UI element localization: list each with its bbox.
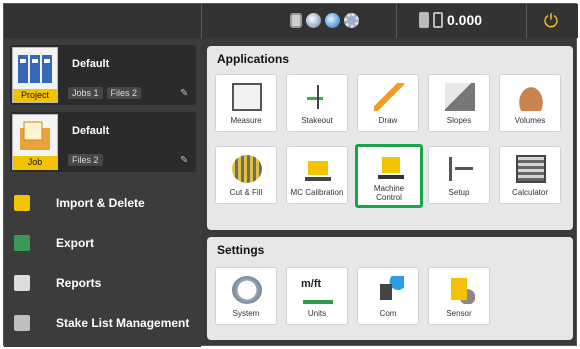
tile-label: System: [232, 309, 260, 318]
top-status-bar: 0.000 ⏻: [4, 4, 578, 38]
app-slopes[interactable]: Slopes: [428, 74, 490, 132]
menu-label: Export: [56, 236, 95, 250]
applications-title: Applications: [217, 52, 290, 66]
slopes-icon: [445, 83, 475, 111]
menu-stake-list[interactable]: Stake List Management: [10, 305, 196, 341]
files-count-chip: Files 2: [106, 87, 142, 99]
app-volumes[interactable]: Volumes: [499, 74, 561, 132]
receiver-icon: [419, 12, 429, 28]
units-icon: m/ft: [301, 276, 333, 304]
draw-icon: [374, 83, 404, 111]
project-label: Project: [13, 89, 57, 102]
settings-system[interactable]: System: [215, 267, 277, 325]
tile-label: Sensor: [446, 309, 472, 318]
app-measure[interactable]: Measure: [215, 74, 277, 132]
tile-label: Stakeout: [301, 116, 333, 125]
project-folder-icon: Project: [12, 47, 58, 103]
power-icon[interactable]: ⏻: [537, 10, 565, 32]
menu-reports[interactable]: Reports: [10, 265, 196, 301]
menu-label: Import & Delete: [56, 196, 145, 210]
mc-calibration-icon: [303, 155, 333, 183]
tile-label: Volumes: [514, 116, 546, 125]
job-folder-icon: Job: [12, 114, 58, 170]
project-title: Default: [72, 58, 110, 70]
reports-icon: [14, 275, 30, 291]
tile-label: Draw: [378, 116, 398, 125]
settings-title: Settings: [217, 243, 265, 257]
menu-label: Stake List Management: [56, 316, 190, 330]
edit-pencil-icon[interactable]: ✎: [180, 156, 190, 166]
tile-label: Machine Control: [373, 184, 405, 202]
topbar-divider: [201, 4, 202, 38]
cut-fill-icon: [232, 155, 262, 183]
topbar-divider: [526, 4, 527, 38]
project-card[interactable]: Project Default Jobs 1 Files 2 ✎: [10, 45, 196, 105]
job-label: Job: [13, 156, 57, 169]
position-readout[interactable]: 0.000: [419, 12, 482, 28]
applications-panel: Applications Measure Stakeout Draw Slope…: [207, 46, 573, 230]
import-delete-icon: [14, 195, 30, 211]
measure-icon: [232, 83, 262, 111]
app-setup[interactable]: Setup: [428, 146, 490, 204]
device-status-icons: [290, 13, 359, 28]
files-count-chip: Files 2: [68, 154, 103, 166]
calculator-icon: [516, 155, 546, 183]
battery-icon[interactable]: [290, 13, 302, 28]
settings-com[interactable]: Com: [357, 267, 419, 325]
units-glyph: m/ft: [301, 278, 322, 290]
job-card[interactable]: Job Default Files 2 ✎: [10, 112, 196, 172]
setup-icon: [445, 155, 475, 183]
status-value: 0.000: [447, 12, 483, 28]
tile-label: Setup: [448, 188, 470, 197]
tile-label: Slopes: [446, 116, 472, 125]
settings-gear-icon[interactable]: [344, 13, 359, 28]
tile-label: MC Calibration: [290, 188, 344, 197]
app-machine-control[interactable]: Machine Control: [355, 144, 423, 208]
jobs-count-chip: Jobs 1: [68, 87, 103, 99]
com-icon: [374, 276, 404, 304]
sensor-icon: [445, 276, 475, 304]
machine-control-icon: [376, 153, 406, 181]
target-height-icon: [433, 12, 443, 28]
app-stakeout[interactable]: Stakeout: [286, 74, 348, 132]
menu-export[interactable]: Export: [10, 225, 196, 261]
settings-units[interactable]: m/ft Units: [286, 267, 348, 325]
stakeout-icon: [303, 83, 333, 111]
tile-label: Measure: [230, 116, 262, 125]
menu-label: Reports: [56, 276, 102, 290]
stake-list-icon: [14, 315, 30, 331]
export-icon: [14, 235, 30, 251]
settings-panel: Settings System m/ft Units Com Sensor: [207, 237, 573, 340]
topbar-divider: [396, 4, 397, 38]
edit-pencil-icon[interactable]: ✎: [180, 89, 190, 99]
app-window: 0.000 ⏻ Project Default Jobs 1 Files 2 ✎…: [3, 3, 578, 347]
app-mc-calibration[interactable]: MC Calibration: [286, 146, 348, 204]
gnss-ball-icon[interactable]: [306, 13, 321, 28]
volumes-icon: [516, 83, 546, 111]
system-icon: [232, 276, 262, 304]
app-cut-fill[interactable]: Cut & Fill: [215, 146, 277, 204]
left-sidebar: Project Default Jobs 1 Files 2 ✎ Job Def…: [4, 39, 201, 347]
settings-sensor[interactable]: Sensor: [428, 267, 490, 325]
job-title: Default: [72, 125, 110, 137]
tile-label: Units: [307, 309, 327, 318]
menu-import-delete[interactable]: Import & Delete: [10, 185, 196, 221]
tile-label: Calculator: [511, 188, 548, 197]
app-draw[interactable]: Draw: [357, 74, 419, 132]
tile-label: Cut & Fill: [229, 188, 263, 197]
radio-ball-icon[interactable]: [325, 13, 340, 28]
tile-label: Com: [379, 309, 397, 318]
app-calculator[interactable]: Calculator: [499, 146, 561, 204]
